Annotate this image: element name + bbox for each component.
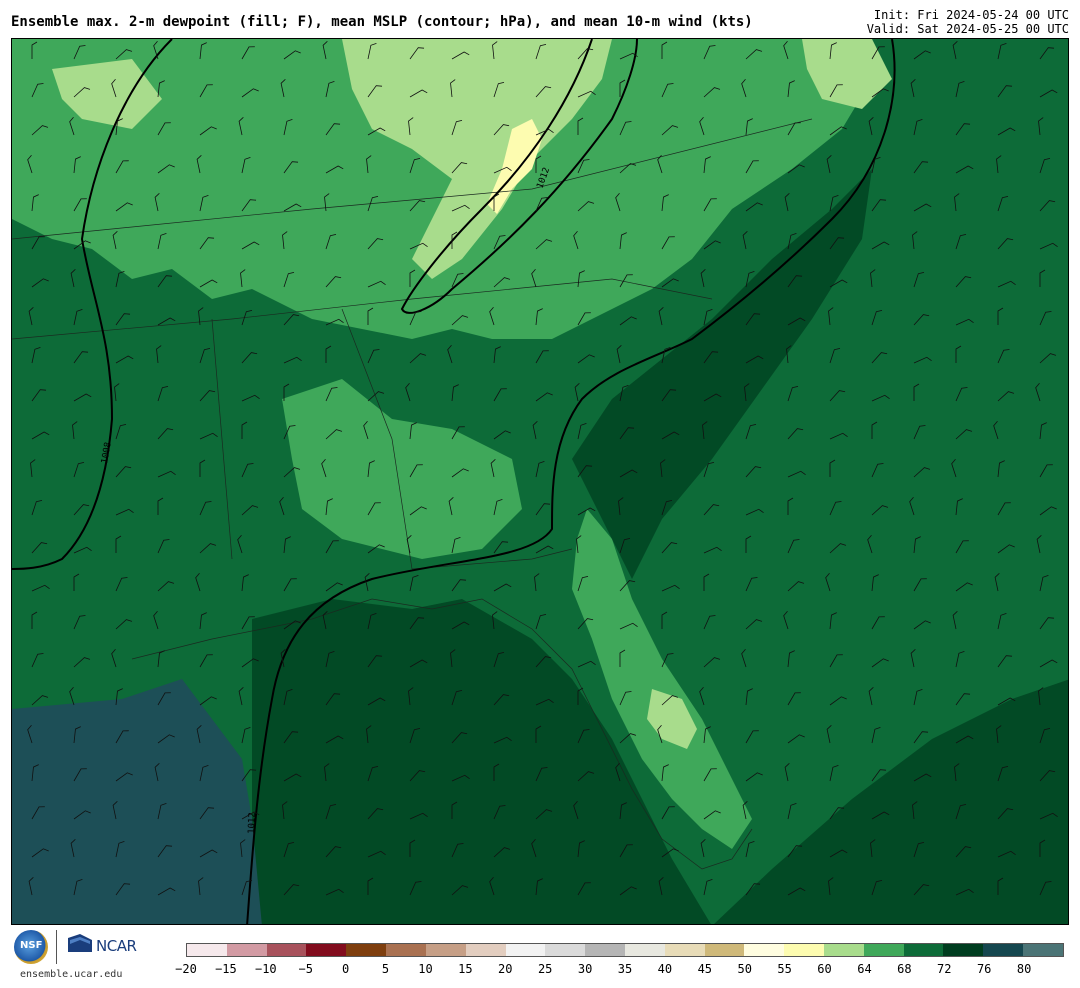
colorbar-tick-label: −20 (175, 962, 197, 976)
colorbar-segment (863, 944, 904, 956)
colorbar-segment (824, 944, 864, 956)
colorbar-tick-label: 72 (937, 962, 952, 976)
colorbar-segment (903, 944, 944, 956)
colorbar-segment (306, 944, 347, 956)
site-url[interactable]: ensemble.ucar.edu (20, 969, 122, 980)
colorbar-tick-label: 64 (857, 962, 872, 976)
valid-time: Valid: Sat 2024-05-25 00 UTC (866, 22, 1069, 36)
colorbar-segment (943, 944, 984, 956)
colorbar-tick-label: −10 (254, 962, 277, 976)
colorbar-segment (1023, 944, 1063, 956)
colorbar-tick-label: 0 (342, 962, 350, 976)
colorbar-segment (664, 944, 705, 956)
colorbar-segment (784, 944, 824, 956)
colorbar-segment (266, 944, 307, 956)
ncar-logo-icon (68, 934, 92, 952)
colorbar-segment (226, 944, 267, 956)
colorbar-segment (704, 944, 745, 956)
colorbar-segment (505, 944, 546, 956)
colorbar-segment (465, 944, 506, 956)
map-canvas: 1012 1008 1012 (12, 39, 1068, 924)
colorbar-tick-label: 45 (697, 962, 713, 976)
colorbar-tick-label: 15 (458, 962, 473, 976)
colorbar-tick-label: 35 (617, 962, 633, 976)
colorbar-segment (744, 944, 785, 956)
colorbar-segment (425, 944, 466, 956)
colorbar-segment (386, 944, 426, 956)
colorbar-ticks: −20 −15 −10 −5 0 5 10 15 20 25 30 35 40 45 50 55 60 64 68 7… (175, 962, 1064, 978)
colorbar-tick-label: 55 (777, 962, 792, 976)
colorbar-tick-label: 30 (577, 962, 593, 976)
colorbar-tick-label: 10 (418, 962, 433, 976)
colorbar-segment (187, 944, 227, 956)
colorbar-tick-label: 68 (897, 962, 912, 976)
colorbar-tick-label: 20 (498, 962, 513, 976)
colorbar-tick-label: 76 (976, 962, 992, 976)
time-info: Init: Fri 2024-05-24 00 UTC Valid: Sat 2… (867, 8, 1069, 36)
ncar-logo-text: NCAR (96, 937, 137, 955)
dewpoint-map[interactable]: 1012 1008 1012 (11, 38, 1069, 925)
colorbar-tick-label: 50 (737, 962, 752, 976)
map-title: Ensemble max. 2-m dewpoint (fill; F), me… (11, 14, 753, 30)
colorbar-tick-label: −15 (215, 962, 237, 976)
colorbar (186, 943, 1064, 957)
colorbar-segment (585, 944, 625, 956)
colorbar-segment (346, 944, 387, 956)
colorbar-tick-label: 5 (381, 962, 390, 976)
init-time: Init: Fri 2024-05-24 00 UTC (873, 8, 1069, 22)
colorbar-tick-label: 25 (537, 962, 553, 976)
colorbar-segment (983, 944, 1024, 956)
colorbar-tick-label: 80 (1016, 962, 1032, 976)
colorbar-segment (545, 944, 586, 956)
colorbar-tick-label: 60 (817, 962, 832, 976)
logo-divider (56, 930, 57, 964)
nsf-logo-icon: NSF (14, 930, 48, 964)
colorbar-segment (624, 944, 665, 956)
colorbar-tick-label: −5 (298, 962, 313, 976)
colorbar-tick-label: 40 (657, 962, 673, 976)
